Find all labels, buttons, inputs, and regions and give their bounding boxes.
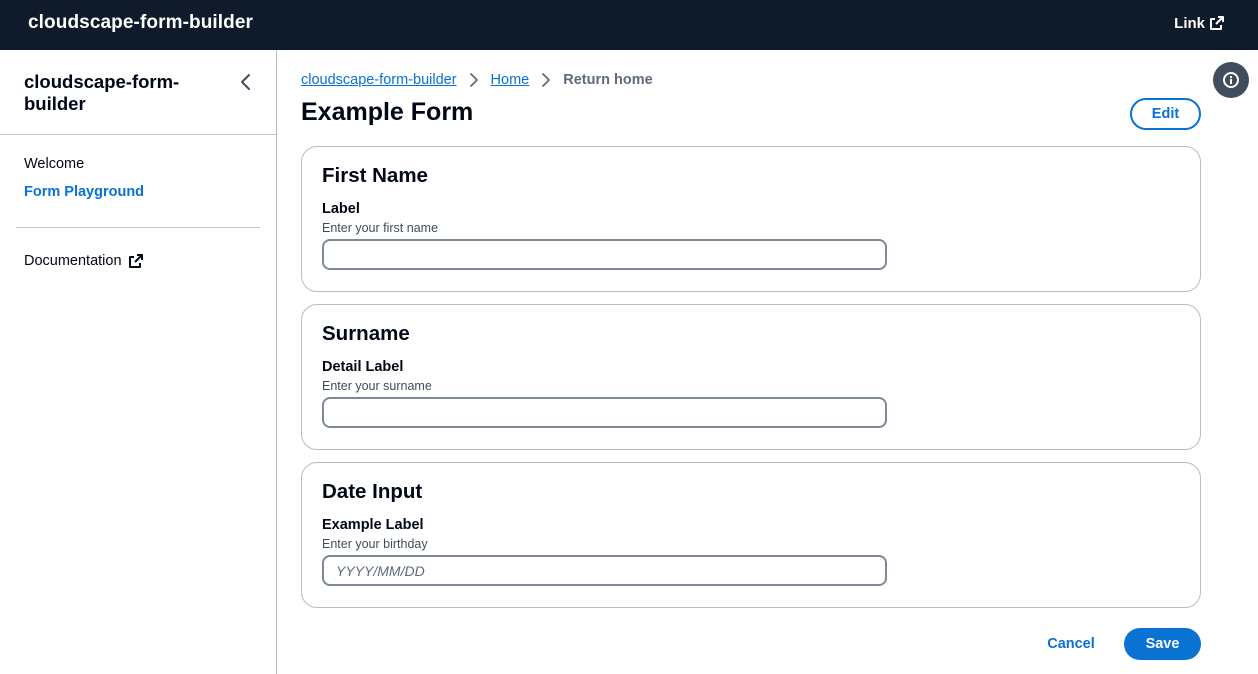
save-button[interactable]: Save bbox=[1124, 628, 1201, 660]
section-title: Date Input bbox=[322, 480, 423, 503]
field-label: Detail Label bbox=[322, 359, 404, 375]
divider bbox=[0, 134, 276, 135]
first-name-input[interactable] bbox=[322, 239, 887, 270]
section-title: Surname bbox=[322, 322, 410, 345]
info-icon bbox=[1223, 72, 1239, 88]
sidebar-item-form-playground[interactable]: Form Playground bbox=[24, 184, 144, 200]
app-title[interactable]: cloudscape-form-builder bbox=[28, 0, 253, 50]
date-input[interactable] bbox=[322, 555, 887, 586]
cancel-button[interactable]: Cancel bbox=[1040, 628, 1102, 660]
divider bbox=[16, 227, 260, 228]
chevron-left-icon[interactable] bbox=[236, 72, 256, 92]
breadcrumb-current: Return home bbox=[563, 72, 653, 88]
breadcrumb-item-app[interactable]: cloudscape-form-builder bbox=[301, 72, 457, 88]
sidebar-item-welcome[interactable]: Welcome bbox=[24, 156, 84, 172]
form-section-date-input: Date Input Example Label Enter your birt… bbox=[301, 462, 1201, 608]
side-navigation-header[interactable]: cloudscape-form-builder bbox=[24, 71, 224, 115]
breadcrumb-item-home[interactable]: Home bbox=[491, 72, 530, 88]
sidebar-item-label: Documentation bbox=[24, 253, 122, 269]
field-description: Enter your surname bbox=[322, 379, 432, 393]
top-link-label: Link bbox=[1174, 14, 1205, 32]
top-navigation: cloudscape-form-builder Link bbox=[0, 0, 1258, 50]
field-description: Enter your first name bbox=[322, 221, 439, 235]
side-navigation: cloudscape-form-builder Welcome Form Pla… bbox=[0, 50, 277, 674]
top-link[interactable]: Link bbox=[1174, 12, 1225, 34]
surname-input[interactable] bbox=[322, 397, 887, 428]
sidebar-item-documentation[interactable]: Documentation bbox=[24, 253, 144, 269]
field-label: Example Label bbox=[322, 517, 424, 533]
section-title: First Name bbox=[322, 164, 428, 187]
external-link-icon bbox=[128, 254, 143, 268]
page-title: Example Form bbox=[301, 98, 474, 126]
chevron-right-icon bbox=[469, 73, 478, 87]
form-section-surname: Surname Detail Label Enter your surname bbox=[301, 304, 1201, 450]
field-description: Enter your birthday bbox=[322, 537, 428, 551]
field-label: Label bbox=[322, 201, 360, 217]
info-button[interactable] bbox=[1213, 62, 1249, 98]
breadcrumb: cloudscape-form-builder Home Return home bbox=[301, 70, 653, 90]
edit-button[interactable]: Edit bbox=[1130, 98, 1201, 130]
form-section-first-name: First Name Label Enter your first name bbox=[301, 146, 1201, 292]
external-link-icon bbox=[1210, 16, 1224, 30]
chevron-right-icon bbox=[542, 73, 551, 87]
